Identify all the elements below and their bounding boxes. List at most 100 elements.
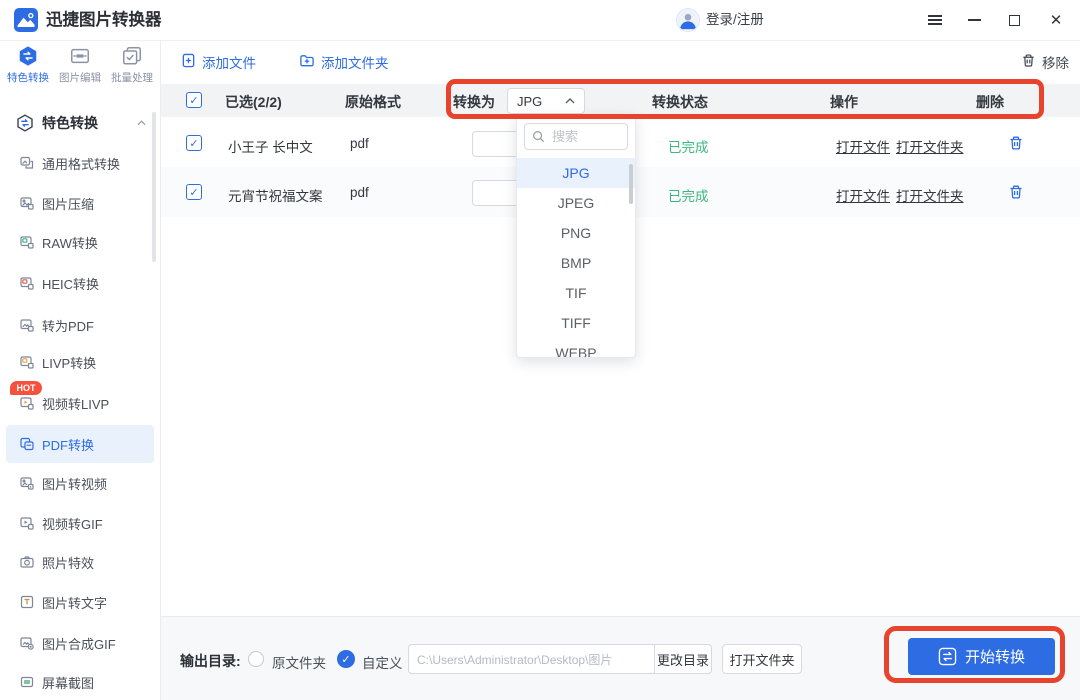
dropdown-option-tiff[interactable]: TIFF: [517, 308, 635, 338]
output-dir-label: 输出目录:: [180, 651, 241, 671]
add-file-button[interactable]: 添加文件: [181, 40, 256, 84]
sidebar-item-universal-format[interactable]: 通用格式转换: [6, 145, 154, 181]
header-convert-status: 转换状态: [652, 92, 708, 112]
sidebar-item-video-to-gif[interactable]: 视频转GIF: [6, 505, 154, 541]
tab-batch-process[interactable]: 批量处理: [106, 44, 158, 85]
radio-original-label[interactable]: 原文件夹: [272, 652, 326, 672]
sidebar-item-to-pdf[interactable]: 转为PDF: [6, 307, 154, 343]
sidebar-item-photo-effects[interactable]: 照片特效: [6, 544, 154, 580]
menu-button[interactable]: [921, 0, 949, 40]
sidebar-group-header[interactable]: 特色转换: [0, 106, 160, 140]
start-convert-button[interactable]: 开始转换: [908, 638, 1055, 675]
file-name: 元宵节祝福文案: [228, 185, 323, 205]
merge-gif-icon: [20, 636, 34, 650]
format-dropdown-panel: JPG JPEG PNG BMP TIF TIFF WEBP: [516, 115, 636, 358]
delete-row-icon[interactable]: [1008, 135, 1024, 154]
radio-custom[interactable]: ✓: [337, 650, 355, 668]
header-convert-to: 转换为: [453, 92, 495, 112]
radio-custom-label[interactable]: 自定义: [362, 652, 403, 672]
collapse-chevron-icon: [137, 120, 146, 126]
sidebar-item-merge-gif[interactable]: 图片合成GIF: [6, 625, 154, 661]
dropdown-option-bmp[interactable]: BMP: [517, 248, 635, 278]
open-folder-link[interactable]: 打开文件夹: [896, 185, 964, 205]
image-to-video-icon: [20, 476, 34, 490]
header-source-format: 原始格式: [345, 92, 401, 112]
row-checkbox[interactable]: ✓: [186, 135, 202, 151]
to-pdf-icon: [20, 318, 34, 332]
row-checkbox[interactable]: ✓: [186, 184, 202, 200]
add-folder-button[interactable]: 添加文件夹: [299, 40, 389, 84]
open-folder-link[interactable]: 打开文件夹: [896, 136, 964, 156]
avatar[interactable]: [676, 8, 700, 32]
file-format: pdf: [350, 136, 369, 151]
heic-convert-icon: [20, 276, 34, 290]
video-to-livp-icon: [20, 396, 34, 410]
app-title: 迅捷图片转换器: [46, 0, 162, 40]
trash-icon: [1021, 53, 1036, 71]
dropdown-option-webp[interactable]: WEBP: [517, 338, 635, 358]
status-badge: 已完成: [668, 185, 709, 205]
dropdown-scrollbar[interactable]: [629, 164, 633, 204]
sidebar-item-screenshot[interactable]: 屏幕截图: [6, 664, 154, 700]
image-to-text-icon: [20, 595, 34, 609]
dropdown-option-png[interactable]: PNG: [517, 218, 635, 248]
feature-convert-icon: [2, 44, 54, 68]
sidebar-item-heic-convert[interactable]: HEIC转换: [6, 265, 154, 301]
search-icon: [532, 130, 545, 143]
radio-original-folder[interactable]: [248, 651, 264, 667]
format-convert-icon: [20, 156, 34, 170]
dropdown-option-jpeg[interactable]: JPEG: [517, 188, 635, 218]
select-all-checkbox[interactable]: ✓: [186, 92, 202, 108]
pdf-convert-icon: [20, 437, 34, 451]
file-name: 小王子 长中文: [228, 136, 313, 156]
search-input[interactable]: [550, 128, 624, 145]
raw-convert-icon: [20, 235, 34, 249]
convert-format-select[interactable]: JPG: [507, 88, 585, 114]
chevron-up-icon: [565, 98, 575, 104]
dropdown-search-box[interactable]: [524, 123, 628, 150]
open-file-link[interactable]: 打开文件: [836, 136, 890, 156]
login-register-link[interactable]: 登录/注册: [706, 0, 764, 40]
title-bar: [0, 0, 1080, 41]
dropdown-option-list: JPG JPEG PNG BMP TIF TIFF WEBP: [517, 158, 635, 358]
batch-process-icon: [106, 44, 158, 68]
tab-image-edit[interactable]: 图片编辑: [54, 44, 106, 85]
livp-convert-icon: [20, 355, 34, 369]
close-button[interactable]: ✕: [1042, 0, 1070, 40]
app-window: 迅捷图片转换器 登录/注册 ✕ 特色转换 图片编辑 批量处理 添加文件 添加文件…: [0, 0, 1080, 700]
sidebar-item-image-compress[interactable]: 图片压缩: [6, 185, 154, 221]
sidebar-item-livp-convert[interactable]: LIVP转换: [6, 344, 154, 380]
change-dir-button[interactable]: 更改目录: [654, 644, 712, 674]
header-actions: 操作: [830, 92, 858, 112]
delete-row-icon[interactable]: [1008, 184, 1024, 203]
dropdown-option-tif[interactable]: TIF: [517, 278, 635, 308]
open-folder-button[interactable]: 打开文件夹: [722, 644, 802, 674]
dropdown-option-jpg[interactable]: JPG: [517, 158, 635, 188]
hot-badge: HOT: [10, 381, 42, 395]
add-file-icon: [181, 53, 196, 71]
app-logo-icon: [14, 8, 38, 32]
file-format: pdf: [350, 185, 369, 200]
header-delete: 删除: [976, 92, 1004, 112]
add-folder-icon: [299, 53, 315, 71]
convert-arrows-icon: [938, 647, 957, 666]
remove-button[interactable]: 移除: [1021, 40, 1069, 84]
sidebar-item-pdf-convert[interactable]: PDF转换: [6, 425, 154, 463]
hexagon-convert-icon: [16, 114, 34, 132]
screenshot-icon: [20, 675, 34, 689]
output-path-input[interactable]: [408, 644, 655, 674]
table-header-row: [161, 84, 1080, 117]
tab-feature-convert[interactable]: 特色转换: [2, 44, 54, 85]
maximize-button[interactable]: [1000, 0, 1028, 40]
sidebar-item-image-to-video[interactable]: 图片转视频: [6, 465, 154, 501]
open-file-link[interactable]: 打开文件: [836, 185, 890, 205]
sidebar-item-image-to-text[interactable]: 图片转文字: [6, 584, 154, 620]
camera-icon: [20, 555, 34, 569]
minimize-button[interactable]: [960, 0, 988, 40]
header-selected-count: 已选(2/2): [225, 92, 282, 112]
sidebar-divider: [160, 40, 161, 700]
image-edit-icon: [54, 44, 106, 68]
sidebar-item-raw-convert[interactable]: RAW转换: [6, 224, 154, 260]
video-to-gif-icon: [20, 516, 34, 530]
status-badge: 已完成: [668, 136, 709, 156]
